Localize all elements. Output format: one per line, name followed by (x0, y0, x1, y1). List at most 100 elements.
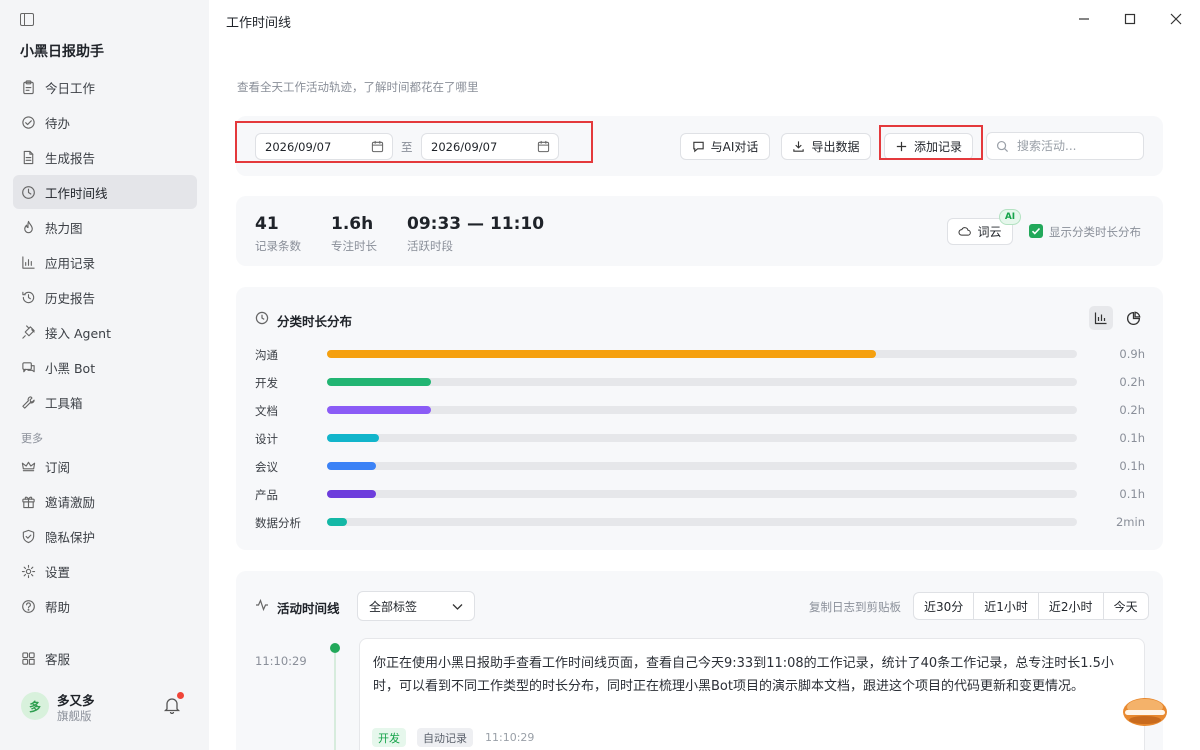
clipboard-icon (21, 79, 36, 95)
sidebar-item-crown[interactable]: 订阅 (13, 449, 197, 483)
notification-dot (177, 692, 184, 699)
search-input[interactable] (1017, 139, 1137, 153)
user-name: 多又多 (57, 693, 95, 708)
shield-icon (21, 529, 36, 544)
bar-view-button[interactable] (1089, 306, 1113, 330)
category-name: 数据分析 (255, 516, 301, 530)
tag-filter-select[interactable]: 全部标签 (357, 591, 475, 621)
sidebar-item-flame[interactable]: 热力图 (13, 210, 197, 244)
pie-chart-icon (1126, 311, 1140, 325)
bar-chart-icon (1094, 312, 1107, 325)
sidebar-item-document[interactable]: 生成报告 (13, 140, 197, 174)
pie-view-button[interactable] (1121, 306, 1145, 330)
sidebar-item-help[interactable]: 帮助 (13, 589, 197, 623)
clock-icon (255, 311, 269, 325)
crown-icon (21, 459, 36, 474)
gift-icon (21, 494, 36, 509)
flame-icon (21, 220, 36, 235)
sidebar-item-label: 接入 Agent (45, 325, 111, 341)
avatar[interactable]: 多 (21, 692, 49, 720)
category-name: 沟通 (255, 348, 278, 362)
category-duration: 0.2h (1119, 375, 1145, 389)
export-button[interactable]: 导出数据 (781, 133, 871, 160)
support-icon (21, 651, 36, 666)
sidebar-item-check-circle[interactable]: 待办 (13, 105, 197, 139)
show-distribution-label: 显示分类时长分布 (1049, 225, 1141, 239)
category-duration: 0.9h (1119, 347, 1145, 361)
distribution-title: 分类时长分布 (277, 314, 353, 329)
category-bar-track (327, 378, 1077, 386)
sidebar-item-chat-bot[interactable]: 小黑 Bot (13, 350, 197, 384)
category-duration: 0.2h (1119, 403, 1145, 417)
sidebar-item-clock[interactable]: 工作时间线 (13, 175, 197, 209)
show-distribution-checkbox[interactable] (1029, 224, 1043, 238)
timeline-dot (330, 643, 340, 653)
category-name: 产品 (255, 488, 278, 502)
category-bar-track (327, 350, 1077, 358)
timeline-entry[interactable]: 你正在使用小黑日报助手查看工作时间线页面，查看自己今天9:33到11:08的工作… (359, 638, 1145, 750)
category-bar-fill (327, 350, 876, 358)
category-bar-fill (327, 490, 376, 498)
time-range-segment: 近30分 近1小时 近2小时 今天 (913, 592, 1149, 620)
category-duration: 0.1h (1119, 487, 1145, 501)
close-icon[interactable] (1167, 10, 1185, 28)
ai-chat-button[interactable]: 与AI对话 (680, 133, 770, 160)
entry-tag-time: 11:10:29 (485, 731, 535, 744)
category-bar-track (327, 406, 1077, 414)
export-label: 导出数据 (811, 140, 860, 154)
sidebar-item-label: 邀请激励 (45, 494, 96, 510)
sidebar-item-gear[interactable]: 设置 (13, 554, 197, 588)
search-field[interactable] (986, 132, 1144, 160)
main-content: 工作时间线 查看全天工作活动轨迹，了解时间都花在了哪里 2026/09/07 至… (209, 0, 1200, 750)
sidebar-item-gift[interactable]: 邀请激励 (13, 484, 197, 518)
sidebar-item-wrench[interactable]: 工具箱 (13, 385, 197, 419)
sidebar-item-label: 待办 (45, 115, 71, 131)
timeline-title: 活动时间线 (277, 601, 340, 616)
chat-bot-icon (21, 360, 36, 375)
range-1h[interactable]: 近1小时 (974, 593, 1039, 619)
plug-icon (21, 324, 36, 340)
range-today[interactable]: 今天 (1104, 593, 1148, 619)
assistant-float-icon[interactable] (1122, 693, 1168, 727)
maximize-icon[interactable] (1121, 10, 1139, 28)
sidebar-item-plug[interactable]: 接入 Agent (13, 315, 197, 349)
sidebar-item-label: 历史报告 (45, 290, 96, 306)
category-name: 设计 (255, 432, 278, 446)
timeline-line (334, 653, 336, 750)
copy-log-link[interactable]: 复制日志到剪贴板 (809, 599, 901, 615)
stat-records-value: 41 (255, 214, 279, 234)
sidebar-item-support[interactable]: 客服 (13, 641, 197, 675)
sidebar-item-label: 工具箱 (45, 395, 83, 411)
help-icon (21, 599, 36, 614)
app-title: 小黑日报助手 (20, 44, 104, 60)
sidebar-item-shield[interactable]: 隐私保护 (13, 519, 197, 553)
wordcloud-label: 词云 (977, 225, 1002, 239)
range-30min[interactable]: 近30分 (914, 593, 975, 619)
timeline-entry-time: 11:10:29 (255, 654, 307, 668)
sidebar-item-bar-chart[interactable]: 应用记录 (13, 245, 197, 279)
section-label-more: 更多 (21, 432, 43, 445)
wrench-icon (21, 395, 36, 410)
category-bar-fill (327, 518, 348, 526)
category-name: 开发 (255, 376, 278, 390)
timeline-entry-text: 你正在使用小黑日报助手查看工作时间线页面，查看自己今天9:33到11:08的工作… (373, 656, 1114, 694)
minimize-icon[interactable] (1075, 10, 1093, 28)
sidebar-toggle-icon[interactable] (20, 13, 34, 26)
distribution-card (236, 287, 1163, 550)
add-record-highlight (879, 125, 983, 160)
category-bar-fill (327, 378, 431, 386)
range-2h[interactable]: 近2小时 (1039, 593, 1104, 619)
category-bar-track (327, 518, 1077, 526)
sidebar-item-label: 客服 (45, 651, 71, 667)
date-range-highlight (235, 121, 593, 163)
document-icon (21, 150, 36, 165)
download-icon (793, 141, 805, 152)
sidebar-item-clipboard[interactable]: 今日工作 (13, 70, 197, 104)
sidebar-item-label: 应用记录 (45, 255, 96, 271)
sidebar-item-history[interactable]: 历史报告 (13, 280, 197, 314)
sidebar-item-label: 今日工作 (45, 80, 96, 96)
stat-records-label: 记录条数 (255, 239, 301, 253)
page-subtitle: 查看全天工作活动轨迹，了解时间都花在了哪里 (237, 80, 479, 94)
chat-icon (692, 141, 704, 153)
sidebar-item-label: 小黑 Bot (45, 360, 96, 376)
